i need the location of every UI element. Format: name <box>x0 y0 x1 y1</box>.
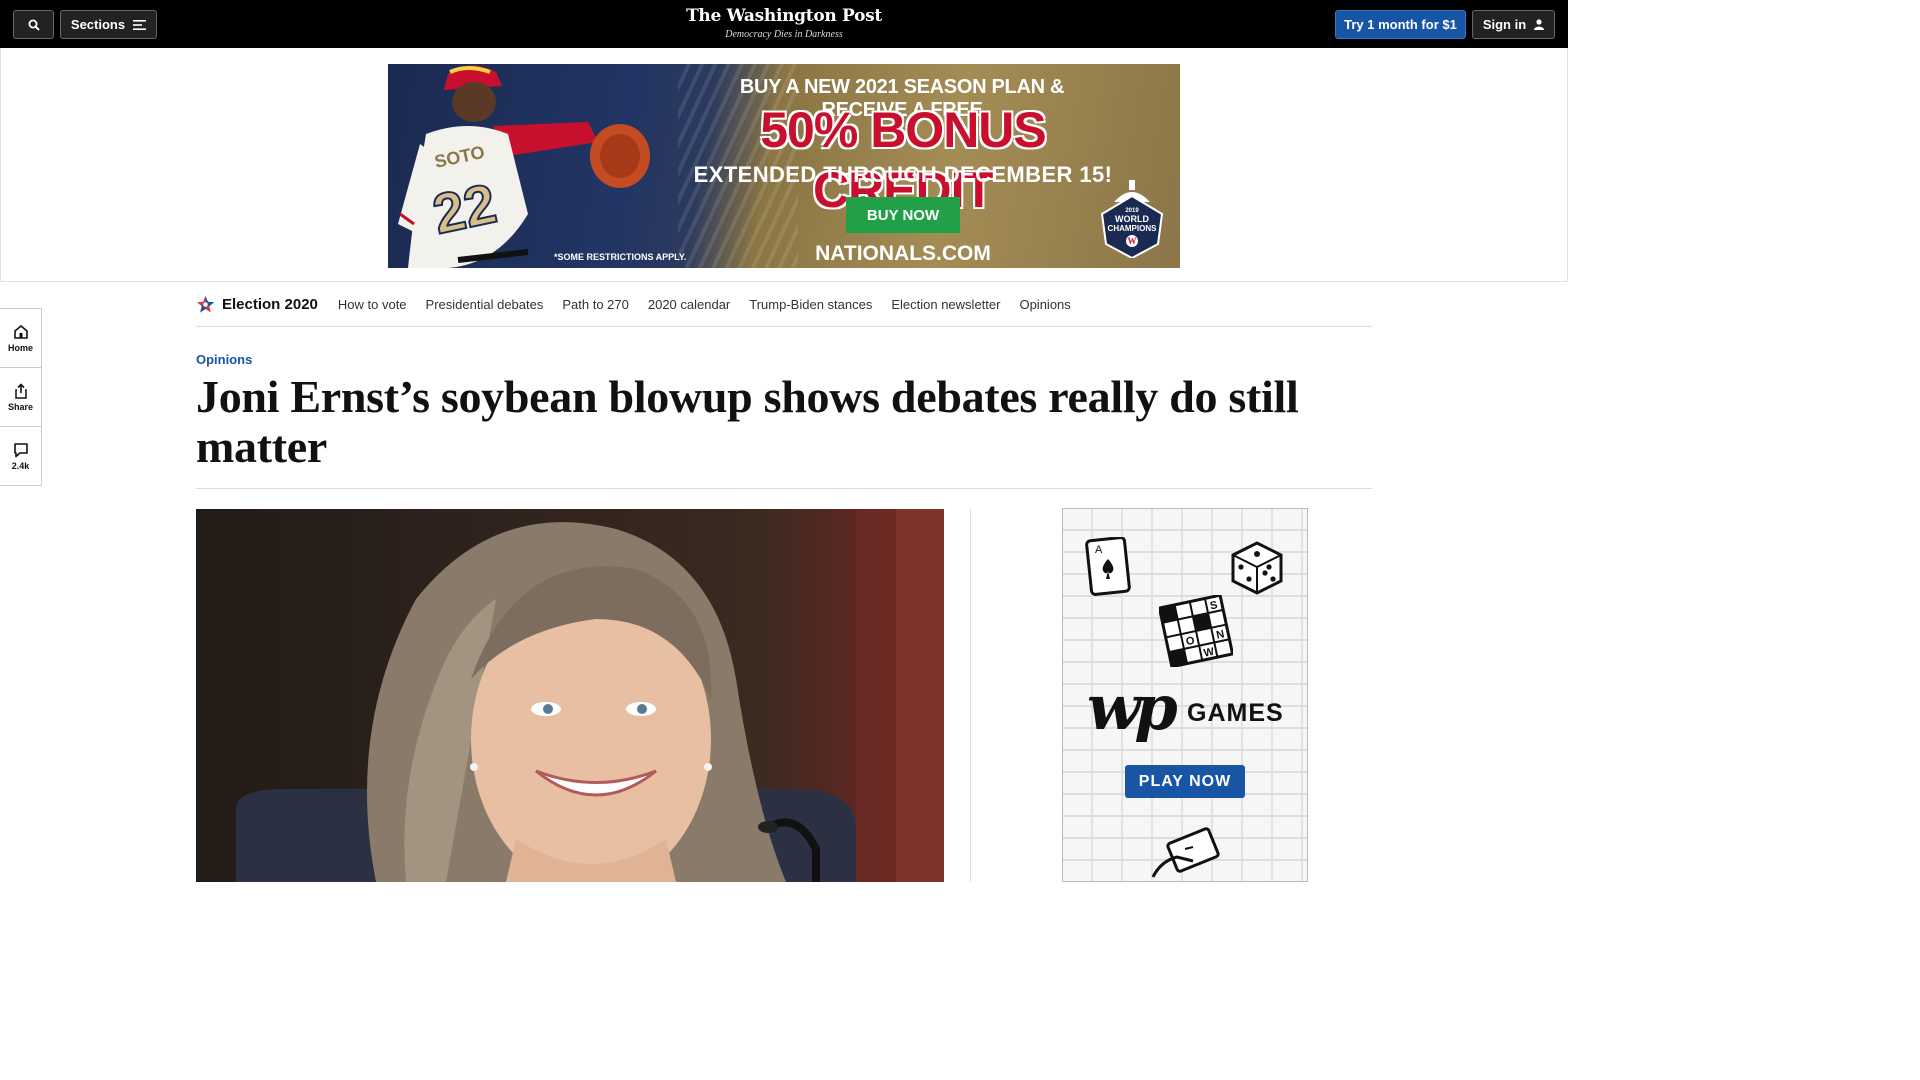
comments-count: 2.4k <box>11 461 30 471</box>
nav-link-trump-biden-stances[interactable]: Trump-Biden stances <box>749 297 872 312</box>
nav-link-election-newsletter[interactable]: Election newsletter <box>891 297 1000 312</box>
sign-in-label: Sign in <box>1482 17 1527 32</box>
hand-card-icon <box>1151 827 1220 878</box>
column-divider <box>970 509 971 882</box>
nav-link-opinions[interactable]: Opinions <box>1019 297 1070 312</box>
svg-text:W: W <box>1128 236 1137 246</box>
article-headline: Joni Ernst’s soybean blowup shows debate… <box>196 371 1299 472</box>
headline-divider <box>196 488 1372 489</box>
user-icon <box>1534 19 1545 30</box>
masthead[interactable]: The Washington Post Democracy Dies in Da… <box>684 4 884 42</box>
dice-icon <box>1231 541 1283 595</box>
nav-link-how-to-vote[interactable]: How to vote <box>338 297 407 312</box>
wp-games-ad[interactable]: A S O N W wp GAMES PLAY NOW <box>1062 508 1308 882</box>
play-now-button[interactable]: PLAY NOW <box>1125 765 1245 798</box>
masthead-logo[interactable]: The Washington Post <box>684 4 884 28</box>
share-icon <box>14 382 27 399</box>
top-navigation-bar: Sections The Washington Post Democracy D… <box>0 0 1568 48</box>
nav-link-path-to-270[interactable]: Path to 270 <box>562 297 629 312</box>
nationals-ad-banner[interactable]: SOTO 22 BUY A NEW 2021 SEASON PLAN & REC… <box>388 64 1180 268</box>
portrait-illustration <box>236 509 944 882</box>
home-label: Home <box>7 342 33 353</box>
left-action-rail: Home Share 2.4k <box>0 308 42 486</box>
jersey-number: 22 <box>427 171 501 246</box>
baseball-player-image: SOTO 22 <box>398 65 650 268</box>
share-button[interactable]: Share <box>0 368 41 427</box>
search-button[interactable] <box>13 10 54 39</box>
election-2020-link[interactable]: Election 2020 <box>196 295 318 314</box>
badge-line2: CHAMPIONS <box>1108 224 1158 233</box>
ad-buy-now-button[interactable]: BUY NOW <box>846 197 960 233</box>
wp-logo: wp <box>1087 671 1178 744</box>
masthead-tagline: Democracy Dies in Darkness <box>725 29 843 40</box>
comment-icon <box>13 443 28 458</box>
nav-link-presidential-debates[interactable]: Presidential debates <box>426 297 544 312</box>
playing-card-icon: A <box>1085 537 1131 596</box>
sign-in-button[interactable]: Sign in <box>1472 10 1555 39</box>
crossword-icon: S O N W <box>1159 595 1233 667</box>
search-icon <box>28 19 40 31</box>
comments-button[interactable]: 2.4k <box>0 427 41 486</box>
subscribe-offer-button[interactable]: Try 1 month for $1 <box>1335 10 1466 39</box>
menu-icon <box>133 19 147 30</box>
share-label: Share <box>7 401 33 412</box>
ad-url[interactable]: NATIONALS.COM <box>768 242 1038 266</box>
lead-article-photo[interactable] <box>196 509 944 882</box>
sections-button[interactable]: Sections <box>60 10 157 39</box>
section-kicker[interactable]: Opinions <box>196 352 252 367</box>
world-champions-badge-icon: 2019 WORLD CHAMPIONS W <box>1100 180 1164 258</box>
svg-text:A: A <box>1095 544 1103 556</box>
games-label: GAMES <box>1187 699 1284 727</box>
home-icon <box>13 324 28 339</box>
badge-line1: WORLD <box>1115 214 1149 224</box>
nav-link-2020-calendar[interactable]: 2020 calendar <box>648 297 730 312</box>
election-title-label: Election 2020 <box>222 295 318 313</box>
ad-extended-date: EXTENDED THROUGH DECEMBER 15! <box>693 162 1113 187</box>
election-star-icon <box>196 295 215 313</box>
ad-restrictions: *SOME RESTRICTIONS APPLY. <box>554 252 687 262</box>
sections-label: Sections <box>70 17 126 32</box>
home-button[interactable]: Home <box>0 309 41 368</box>
election-subnav: Election 2020 How to vote Presidential d… <box>196 282 1372 327</box>
